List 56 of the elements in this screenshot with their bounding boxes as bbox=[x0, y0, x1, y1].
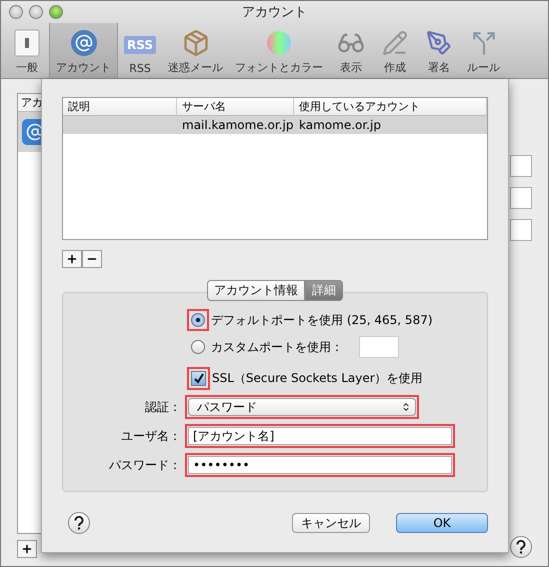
toolbar-item[interactable]: 表示 bbox=[329, 23, 373, 78]
column-header[interactable]: 使用しているアカウント bbox=[294, 98, 487, 116]
username-field[interactable]: [アカウント名] bbox=[188, 427, 452, 445]
toolbar-item[interactable]: RSS RSS bbox=[118, 23, 162, 78]
package-icon bbox=[182, 29, 210, 57]
toolbar-item[interactable]: フォントとカラー bbox=[229, 23, 329, 78]
toolbar-item[interactable]: 署名 bbox=[417, 23, 461, 78]
zoom-button[interactable] bbox=[49, 5, 63, 19]
remove-button[interactable] bbox=[82, 250, 102, 268]
plus-icon bbox=[66, 253, 78, 265]
toolbar-item[interactable]: 迷惑メール bbox=[162, 23, 229, 78]
ok-button[interactable]: OK bbox=[396, 513, 488, 533]
toolbar-item[interactable]: アカウント bbox=[49, 23, 118, 78]
port-field[interactable] bbox=[359, 336, 399, 358]
tab[interactable]: 詳細 bbox=[305, 280, 343, 301]
option-label: SSL（Secure Sockets Layer）を使用 bbox=[212, 370, 423, 387]
field-label: ユーザ名： bbox=[120, 428, 182, 444]
table-cell: kamome.or.jp bbox=[294, 116, 487, 134]
checkbox[interactable] bbox=[191, 371, 206, 386]
toolbar-item[interactable]: 作成 bbox=[373, 23, 417, 78]
pencil-icon bbox=[382, 30, 408, 56]
column-header[interactable]: サーバ名 bbox=[177, 98, 294, 116]
password-field[interactable]: •••••••• bbox=[188, 456, 452, 474]
table-cell: mail.kamome.or.jp bbox=[177, 116, 294, 134]
text-field[interactable] bbox=[510, 155, 532, 177]
toolbar-item[interactable]: 一般 bbox=[5, 23, 49, 78]
question-mark-icon bbox=[515, 540, 527, 554]
switch-icon bbox=[14, 29, 40, 57]
text-field[interactable] bbox=[510, 187, 532, 209]
text-field[interactable] bbox=[510, 219, 532, 241]
tab[interactable]: アカウント情報 bbox=[207, 280, 305, 301]
plus-icon bbox=[21, 543, 33, 555]
help-button[interactable] bbox=[510, 536, 532, 558]
rss-badge-icon: RSS bbox=[124, 36, 156, 54]
field-label: 認証： bbox=[144, 398, 182, 416]
arrows-icon bbox=[470, 30, 496, 56]
question-mark-icon bbox=[73, 516, 85, 530]
column-header[interactable]: 説明 bbox=[63, 98, 177, 116]
field-label: パスワード： bbox=[108, 456, 182, 474]
toolbar-item[interactable]: ルール bbox=[461, 23, 506, 78]
radio-button[interactable] bbox=[191, 313, 205, 327]
radio-button[interactable] bbox=[191, 340, 205, 354]
help-button[interactable] bbox=[68, 512, 90, 534]
pen-icon bbox=[426, 30, 452, 56]
add-button[interactable] bbox=[17, 540, 37, 558]
minimize-button[interactable] bbox=[29, 5, 43, 19]
close-button[interactable] bbox=[9, 5, 23, 19]
auth-dropdown[interactable]: パスワード bbox=[188, 398, 416, 416]
window-title: アカウント bbox=[242, 4, 307, 21]
option-label: デフォルトポートを使用 (25, 465, 587) bbox=[211, 312, 433, 328]
option-label: カスタムポートを使用： bbox=[211, 338, 343, 356]
cancel-button[interactable]: キャンセル bbox=[292, 513, 370, 533]
add-button[interactable] bbox=[62, 250, 82, 268]
updown-arrows-icon bbox=[401, 402, 411, 412]
at-sign-icon bbox=[70, 30, 96, 56]
color-wheel-icon bbox=[266, 30, 292, 56]
